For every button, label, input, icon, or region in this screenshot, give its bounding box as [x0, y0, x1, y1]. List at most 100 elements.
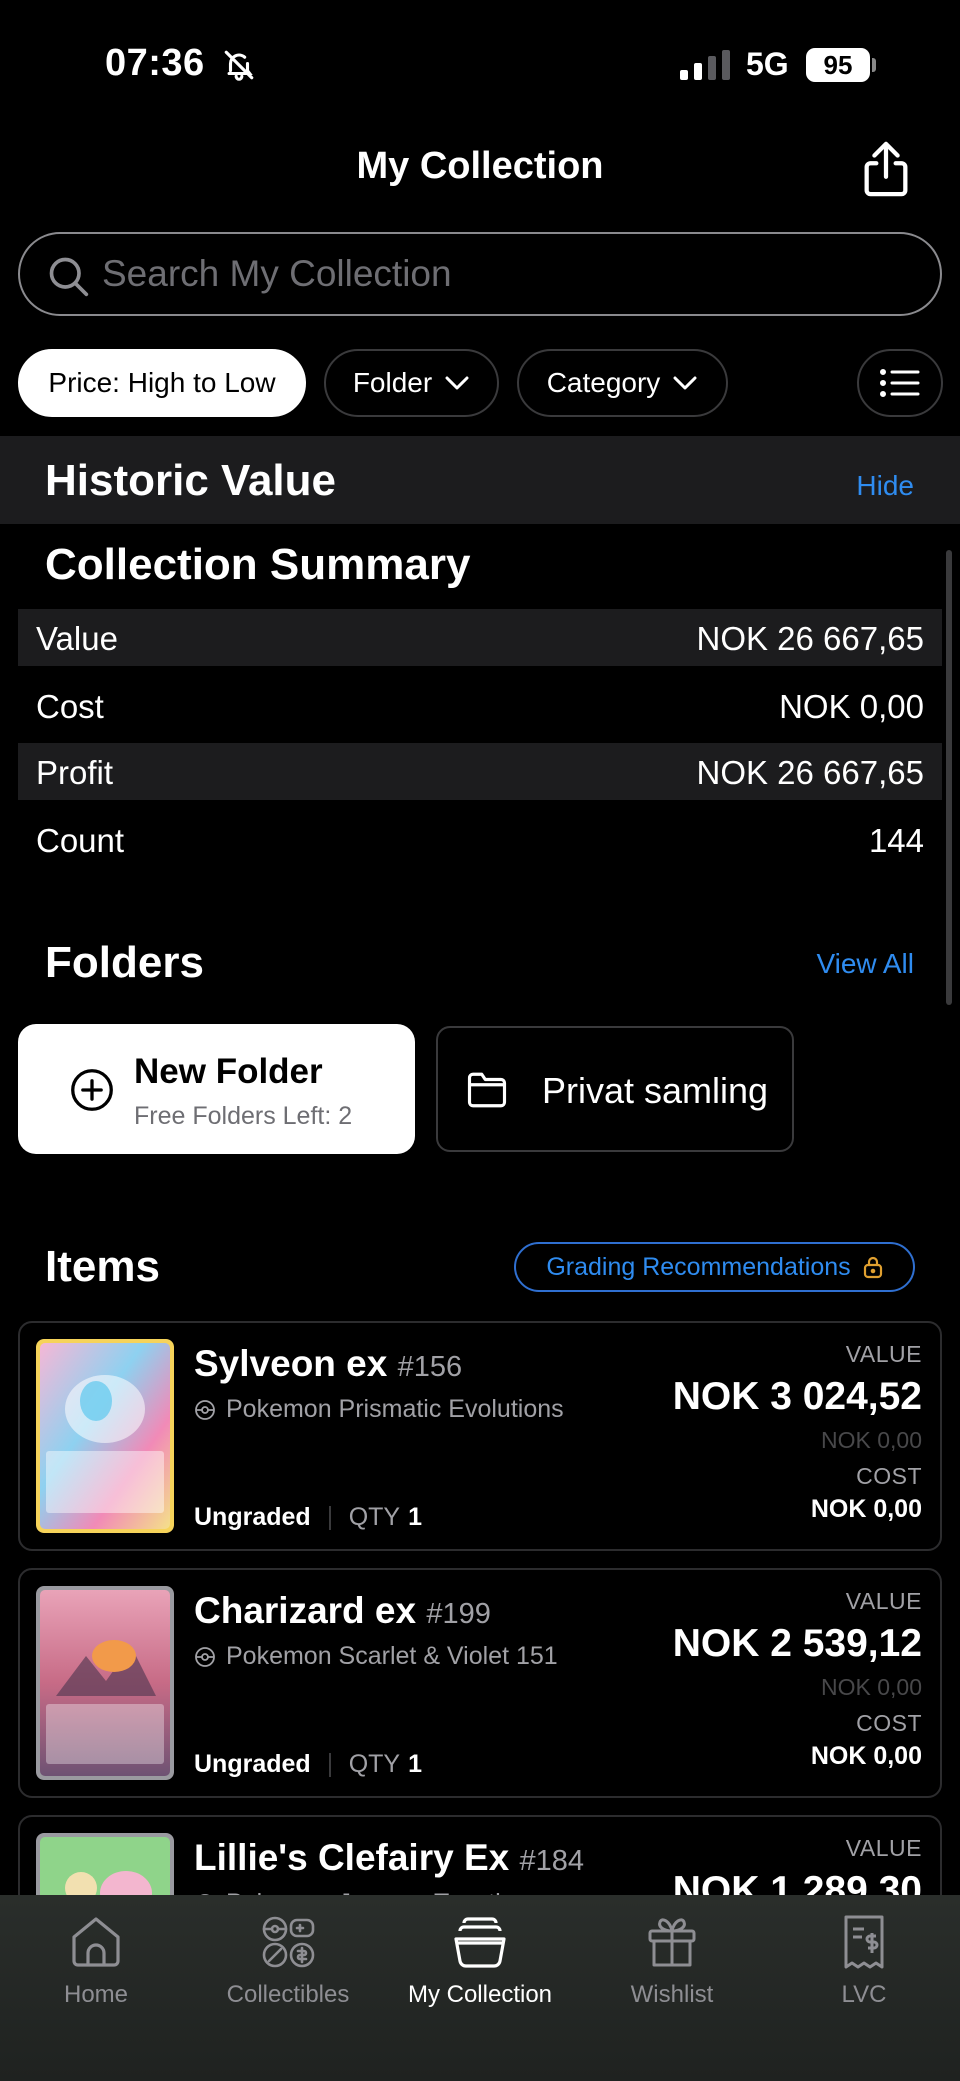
status-time: 07:36: [105, 42, 205, 84]
bell-muted-icon: [224, 50, 254, 81]
summary-value: NOK 26 667,65: [696, 620, 925, 657]
tab-collectibles[interactable]: Collectibles: [192, 1913, 384, 2009]
summary-label: Profit: [36, 754, 114, 791]
collection-icon: [454, 1917, 506, 1968]
tab-label: LVC: [841, 1981, 887, 2008]
summary-value: 144: [868, 822, 924, 859]
item-set-name: Pokemon Scarlet & Violet 151: [226, 1642, 558, 1670]
summary-row-count: Count 144: [18, 811, 942, 868]
cost-label: COST: [856, 1710, 922, 1736]
folders-title: Folders: [45, 938, 204, 987]
search-icon: [49, 257, 89, 297]
tab-label: Home: [63, 1981, 129, 2008]
historic-value-title: Historic Value: [45, 456, 337, 505]
signal-icon: [680, 50, 730, 80]
category-filter-chip[interactable]: Category: [517, 349, 728, 417]
item-grade-row: Ungraded QTY 1: [194, 1503, 422, 1532]
scroll-indicator[interactable]: [946, 550, 952, 1005]
battery-icon: 95: [806, 48, 870, 82]
category-filter-label: Category: [546, 367, 661, 398]
value-label: VALUE: [845, 1835, 922, 1861]
share-icon[interactable]: [860, 140, 912, 198]
item-grade-row: Ungraded QTY 1: [194, 1750, 422, 1779]
folder-icon: [467, 1072, 507, 1108]
item-name: Sylveon ex #156: [194, 1343, 462, 1385]
value-label: VALUE: [845, 1341, 922, 1367]
tab-my-collection[interactable]: My Collection: [384, 1913, 576, 2009]
search-input[interactable]: [102, 248, 902, 300]
plus-circle-icon: [71, 1069, 113, 1111]
card-image: [36, 1339, 174, 1533]
summary-row-value: Value NOK 26 667,65: [18, 609, 942, 666]
tab-lvc[interactable]: LVC: [768, 1913, 960, 2009]
item-qty-label: QTY: [348, 1750, 401, 1778]
item-qty-label: QTY: [348, 1503, 401, 1531]
item-previous-value: NOK 0,00: [821, 1427, 922, 1453]
item-set: Pokemon Scarlet & Violet 151: [194, 1642, 558, 1671]
home-icon: [72, 1917, 120, 1967]
battery-tip: [872, 58, 876, 72]
item-value: NOK 3 024,52: [672, 1375, 922, 1418]
divider: [328, 1752, 331, 1777]
sort-chip[interactable]: Price: High to Low: [18, 349, 306, 417]
summary-value: NOK 26 667,65: [696, 754, 925, 791]
new-folder-button[interactable]: New Folder Free Folders Left: 2: [18, 1024, 415, 1154]
pokeball-icon: [195, 1399, 215, 1420]
summary-label: Value: [36, 620, 118, 657]
chevron-down-icon: [673, 376, 697, 390]
folder-filter-label: Folder: [352, 367, 433, 398]
network-type: 5G: [746, 46, 789, 82]
sort-chip-label: Price: High to Low: [48, 367, 276, 398]
list-icon: [880, 369, 920, 397]
grading-recommendations-button[interactable]: Grading Recommendations: [514, 1242, 915, 1292]
hide-button[interactable]: Hide: [856, 470, 914, 502]
item-number: #199: [426, 1598, 491, 1630]
collectibles-icon: [262, 1916, 315, 1968]
collection-item[interactable]: Charizard ex #199 Pokemon Scarlet & Viol…: [18, 1568, 942, 1798]
collection-summary-title: Collection Summary: [45, 540, 471, 589]
item-set: Pokemon Prismatic Evolutions: [194, 1395, 564, 1424]
chevron-down-icon: [445, 376, 469, 390]
item-grade: Ungraded: [194, 1503, 311, 1531]
folder-card[interactable]: Privat samling: [436, 1026, 794, 1152]
search-bar[interactable]: [18, 232, 942, 316]
items-title: Items: [45, 1242, 160, 1291]
status-bar: 07:36 5G 95: [0, 0, 960, 130]
pokeball-icon: [195, 1646, 215, 1667]
item-qty: 1: [408, 1750, 422, 1778]
item-cost: NOK 0,00: [810, 1495, 922, 1523]
item-number: #156: [397, 1351, 463, 1383]
folder-name: Privat samling: [542, 1070, 769, 1111]
item-number: #184: [519, 1845, 585, 1877]
tab-wishlist[interactable]: Wishlist: [576, 1913, 768, 2009]
cost-label: COST: [856, 1463, 922, 1489]
tab-label: My Collection: [407, 1981, 553, 2008]
summary-row-profit: Profit NOK 26 667,65: [18, 743, 942, 800]
item-name-text: Lillie's Clefairy Ex: [194, 1837, 510, 1878]
tab-home[interactable]: Home: [0, 1913, 192, 2009]
new-folder-title: New Folder: [134, 1052, 323, 1091]
item-previous-value: NOK 0,00: [821, 1674, 922, 1700]
collection-item[interactable]: Sylveon ex #156 Pokemon Prismatic Evolut…: [18, 1321, 942, 1551]
tab-label: Collectibles: [226, 1981, 350, 2008]
summary-label: Cost: [36, 688, 104, 725]
card-image: [36, 1586, 174, 1780]
grading-recommendations-label: Grading Recommendations: [546, 1252, 851, 1281]
item-name: Lillie's Clefairy Ex #184: [194, 1837, 584, 1879]
gift-icon: [648, 1918, 696, 1967]
list-view-button[interactable]: [857, 349, 943, 417]
item-name-text: Charizard ex: [194, 1590, 417, 1631]
item-grade: Ungraded: [194, 1750, 311, 1778]
folder-filter-chip[interactable]: Folder: [324, 349, 499, 417]
page-title: My Collection: [356, 145, 604, 187]
summary-value: NOK 0,00: [779, 688, 924, 725]
lock-icon: [863, 1256, 882, 1279]
historic-value-bar: Historic Value Hide: [0, 436, 960, 524]
view-all-folders-link[interactable]: View All: [816, 948, 914, 980]
item-qty: 1: [408, 1503, 422, 1531]
free-folders-left: Free Folders Left: 2: [134, 1102, 353, 1130]
item-name: Charizard ex #199: [194, 1590, 491, 1632]
item-name-text: Sylveon ex: [194, 1343, 388, 1384]
tab-label: Wishlist: [630, 1981, 714, 2008]
divider: [328, 1505, 331, 1530]
